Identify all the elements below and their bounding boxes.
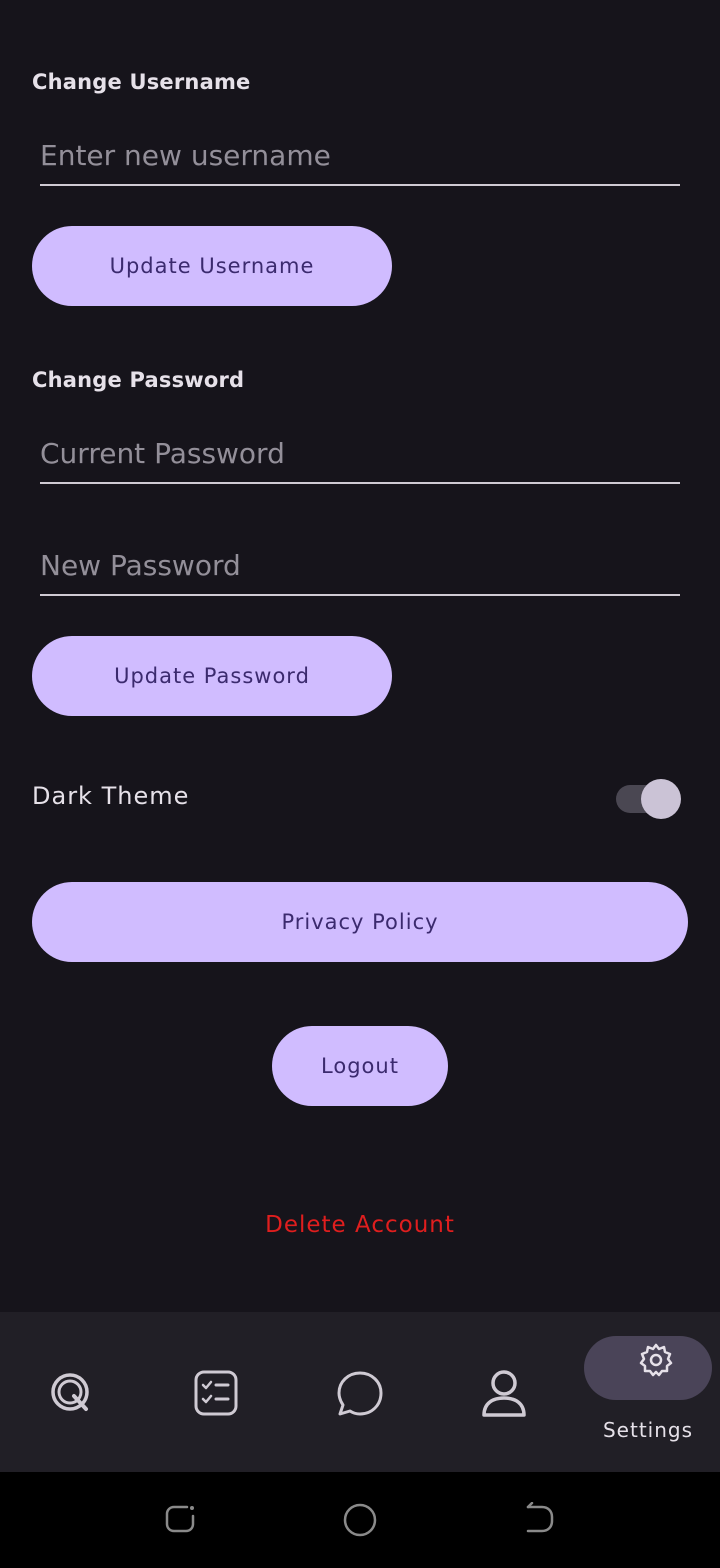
- current-password-input[interactable]: [40, 424, 680, 484]
- dark-theme-label: Dark Theme: [32, 782, 190, 810]
- recents-icon: [165, 1505, 195, 1533]
- back-icon: [526, 1501, 554, 1533]
- chat-bubble-icon: [337, 1371, 383, 1416]
- nav-item-quiz[interactable]: [0, 1312, 144, 1472]
- logout-button[interactable]: Logout: [272, 1026, 448, 1106]
- nav-item-chat[interactable]: [288, 1312, 432, 1472]
- change-username-label: Change Username: [32, 70, 251, 94]
- home-circle-icon: [343, 1503, 377, 1537]
- nav-item-tasks[interactable]: [144, 1312, 288, 1472]
- update-password-button[interactable]: Update Password: [32, 636, 392, 716]
- system-navigation-bar: [0, 1472, 720, 1568]
- switch-thumb: [641, 779, 681, 819]
- bottom-navigation-bar: Settings: [0, 1312, 720, 1472]
- nav-item-settings[interactable]: Settings: [584, 1312, 720, 1472]
- nav-item-profile[interactable]: [432, 1312, 576, 1472]
- quiz-q-icon: [51, 1373, 89, 1411]
- person-icon: [482, 1370, 526, 1417]
- settings-nav-label: Settings: [602, 1418, 694, 1442]
- back-button[interactable]: [522, 1501, 556, 1540]
- home-button[interactable]: [342, 1502, 378, 1542]
- recents-button[interactable]: [163, 1502, 197, 1540]
- new-username-input[interactable]: [40, 126, 680, 186]
- settings-screen: Change Username Update Username Change P…: [0, 0, 720, 1568]
- change-password-label: Change Password: [32, 368, 245, 392]
- gear-icon: [639, 1343, 673, 1377]
- new-password-input[interactable]: [40, 536, 680, 596]
- privacy-policy-button[interactable]: Privacy Policy: [32, 882, 688, 962]
- checklist-icon: [194, 1370, 238, 1416]
- delete-account-link[interactable]: Delete Account: [0, 1212, 720, 1238]
- dark-theme-switch[interactable]: [616, 779, 682, 819]
- update-username-button[interactable]: Update Username: [32, 226, 392, 306]
